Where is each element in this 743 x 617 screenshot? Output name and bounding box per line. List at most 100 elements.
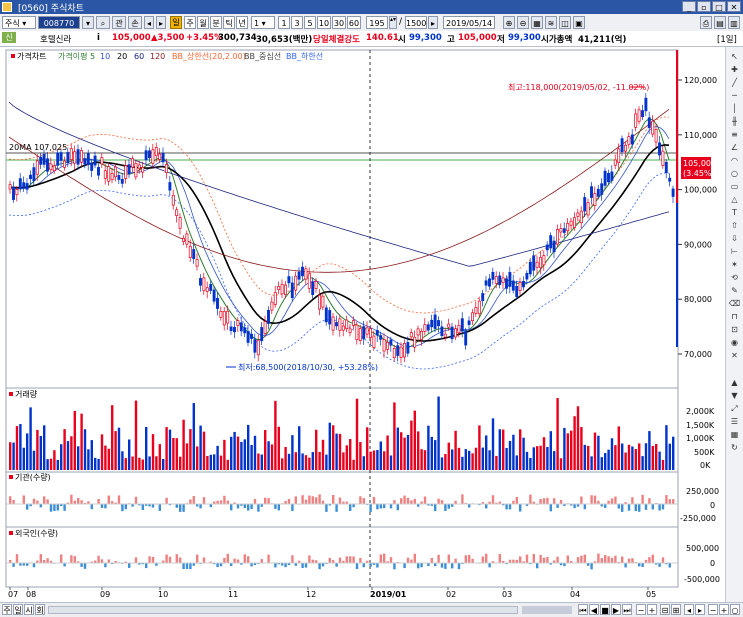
tab-round[interactable]: 회 — [35, 604, 45, 615]
close-icon[interactable]: ✕ — [727, 1, 741, 12]
foreign-bar — [451, 563, 453, 568]
fit-icon[interactable]: ⊟ — [660, 604, 670, 615]
code-input[interactable]: 008770 — [38, 16, 80, 29]
pencil-tool-icon[interactable]: ✎ — [728, 285, 741, 296]
candle-body — [274, 293, 276, 305]
son-button[interactable]: 손 — [128, 16, 142, 29]
institution-bar — [672, 499, 674, 504]
chart-settings-icon[interactable]: ▦ — [531, 16, 543, 29]
vline-tool-icon[interactable]: │ — [728, 103, 741, 114]
unit-1[interactable]: 1 — [278, 16, 290, 29]
arc-tool-icon[interactable]: ◠ — [728, 155, 741, 166]
lock-tool-icon[interactable]: ⊡ — [728, 324, 741, 335]
reset-icon[interactable]: ○ — [730, 604, 740, 615]
expand-tool-icon[interactable]: ⤢ — [728, 403, 741, 414]
horizontal-scrollbar[interactable] — [48, 606, 518, 614]
scroll-thumb[interactable] — [522, 606, 572, 614]
period-tick[interactable]: 틱 — [223, 16, 235, 29]
crosshair-tool-icon[interactable]: ✚ — [728, 64, 741, 75]
zoom-plus-icon[interactable]: + — [647, 604, 657, 615]
foreign-bar — [349, 556, 351, 563]
triangle-tool-icon[interactable]: △ — [728, 194, 741, 205]
minus-icon[interactable]: − — [708, 604, 718, 615]
color-tool-icon[interactable]: ◉ — [728, 337, 741, 348]
scroll-first-icon[interactable]: ⏮ — [578, 604, 588, 615]
text-tool-icon[interactable]: T — [728, 207, 741, 218]
period-week[interactable]: 주 — [184, 16, 196, 29]
count-input[interactable]: 195 — [366, 16, 388, 29]
tab-day[interactable]: 일 — [13, 604, 23, 615]
angle-tool-icon[interactable]: ∠ — [728, 142, 741, 153]
period-month[interactable]: 월 — [197, 16, 209, 29]
foreign-bar — [482, 556, 484, 563]
restore-icon[interactable]: ▫ — [697, 1, 711, 12]
up-tool-icon[interactable]: ▲ — [728, 377, 741, 388]
circle-tool-icon[interactable]: ○ — [728, 168, 741, 179]
cycle-tool-icon[interactable]: ⟲ — [728, 272, 741, 283]
fibo-tool-icon[interactable]: ≡ — [728, 129, 741, 140]
delete-tool-icon[interactable]: ✕ — [728, 350, 741, 361]
arrow-up-tool-icon[interactable]: ⇧ — [728, 220, 741, 231]
count-spinner-icon[interactable]: ▴▾ — [389, 16, 397, 29]
unit-3[interactable]: 3 — [291, 16, 303, 29]
volume-bar — [87, 449, 89, 470]
magnet-tool-icon[interactable]: ⊓ — [728, 311, 741, 322]
unit-10[interactable]: 10 — [317, 16, 331, 29]
back-icon[interactable]: ◂ — [684, 604, 694, 615]
unit-5[interactable]: 5 — [304, 16, 316, 29]
volume-bar — [488, 450, 490, 470]
ruler-tool-icon[interactable]: ⊢ — [728, 246, 741, 257]
save-icon[interactable]: ▣ — [573, 16, 585, 29]
full-icon[interactable]: ⊞ — [671, 604, 681, 615]
compare-icon[interactable]: ◫ — [559, 16, 571, 29]
hline-tool-icon[interactable]: ─ — [728, 90, 741, 101]
forward-icon[interactable]: ▸ — [695, 604, 705, 615]
unit-60[interactable]: 60 — [347, 16, 361, 29]
maximize-icon[interactable]: □ — [712, 1, 726, 12]
grid-tool-icon[interactable]: ▦ — [728, 429, 741, 440]
candle-body — [383, 340, 385, 351]
market-select[interactable]: 주식 ▾ — [2, 16, 36, 29]
gwan-button[interactable]: 관 — [112, 16, 126, 29]
gann-tool-icon[interactable]: ✶ — [728, 259, 741, 270]
arrow-down-tool-icon[interactable]: ⇩ — [728, 233, 741, 244]
tab-week[interactable]: 주 — [2, 604, 12, 615]
stock-name[interactable]: 호텔신라 — [40, 33, 71, 45]
layout-icon[interactable]: ▥ — [728, 16, 740, 29]
print-icon[interactable]: ⎙ — [700, 16, 712, 29]
scroll-stop-icon[interactable]: ■ — [600, 604, 610, 615]
unit-select[interactable]: 1 ▾ — [251, 16, 275, 29]
minimize-icon[interactable]: _ — [682, 1, 696, 12]
list-tool-icon[interactable]: ☰ — [728, 416, 741, 427]
date-input[interactable]: 2019/05/14 ▾ — [443, 16, 495, 29]
stock-chart[interactable]: 가격차트 가격이평 5 10 20 60 120 BB_상한선(20,2.00)… — [0, 47, 725, 602]
fetch-icon[interactable]: ▸ — [428, 16, 438, 29]
option-icon[interactable]: ▤ — [714, 16, 726, 29]
scroll-next-icon[interactable]: ▶ — [611, 604, 621, 615]
prev-icon[interactable]: ◂ — [144, 16, 154, 29]
code-dropdown-icon[interactable]: ▾ — [82, 16, 94, 29]
plus-icon[interactable]: + — [719, 604, 729, 615]
zoom-out-icon[interactable]: ⊖ — [517, 16, 529, 29]
refresh-tool-icon[interactable]: ↻ — [728, 442, 741, 453]
down-tool-icon[interactable]: ▼ — [728, 390, 741, 401]
cursor-tool-icon[interactable]: ↖ — [728, 51, 741, 62]
institution-bar — [590, 495, 592, 504]
info-icon[interactable]: i — [97, 33, 100, 43]
search-icon[interactable]: ⌕ — [96, 16, 110, 29]
indicator-icon[interactable]: ≋ — [545, 16, 557, 29]
period-year[interactable]: 년 — [236, 16, 248, 29]
period-minute[interactable]: 분 — [210, 16, 222, 29]
scroll-last-icon[interactable]: ⏭ — [622, 604, 632, 615]
eraser-tool-icon[interactable]: ⌫ — [728, 298, 741, 309]
unit-30[interactable]: 30 — [332, 16, 346, 29]
trendline-tool-icon[interactable]: ╱ — [728, 77, 741, 88]
day-period-icon[interactable]: 일 — [170, 16, 182, 29]
channel-tool-icon[interactable]: ╫ — [728, 116, 741, 127]
zoom-in-icon[interactable]: ⊕ — [503, 16, 515, 29]
scroll-prev-icon[interactable]: ◀ — [589, 604, 599, 615]
next-icon[interactable]: ▸ — [156, 16, 166, 29]
tab-time[interactable]: 시 — [24, 604, 34, 615]
zoom-minus-icon[interactable]: − — [636, 604, 646, 615]
rect-tool-icon[interactable]: ▭ — [728, 181, 741, 192]
